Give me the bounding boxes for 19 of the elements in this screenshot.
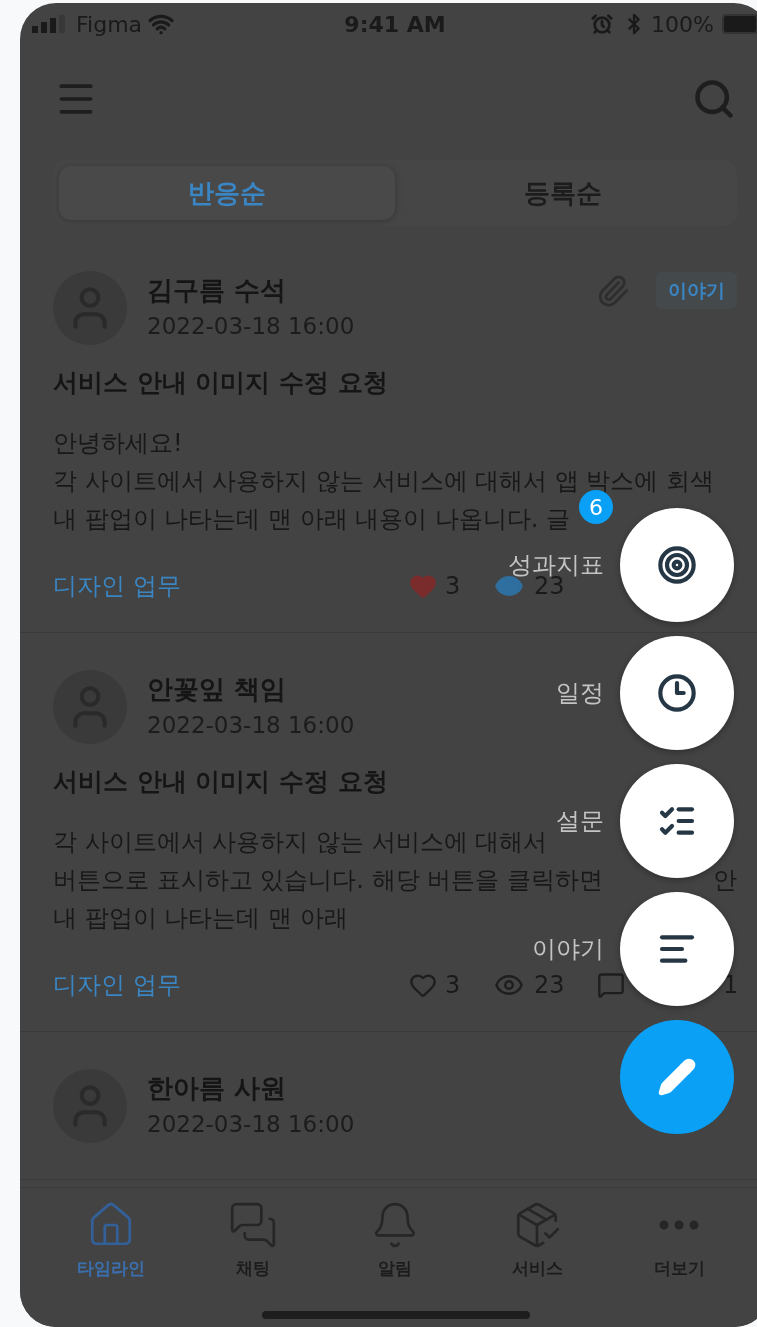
- target-icon: [657, 545, 697, 585]
- signal-icon: [32, 15, 66, 33]
- category-link[interactable]: 디자인 업무: [53, 573, 409, 599]
- fab-label: 설문: [556, 808, 604, 834]
- count-badge: 6: [579, 490, 613, 524]
- chat-icon: [228, 1200, 278, 1250]
- fab-label: 이야기: [532, 936, 604, 962]
- category-link[interactable]: 디자인 업무: [53, 972, 409, 998]
- fab-label: 일정: [556, 680, 604, 706]
- sort-tab[interactable]: 반응순: [59, 166, 395, 220]
- fab-label: 성과지표: [508, 552, 604, 578]
- alarm-icon: [591, 13, 614, 35]
- clock-icon: [657, 673, 697, 713]
- more-icon: [659, 1220, 699, 1230]
- pencil-icon: [657, 1057, 697, 1097]
- comment-icon: [597, 971, 625, 999]
- battery-icon: [722, 14, 757, 34]
- category-tag: 이야기: [656, 272, 737, 309]
- nav-tab[interactable]: 타임라인: [40, 1200, 182, 1282]
